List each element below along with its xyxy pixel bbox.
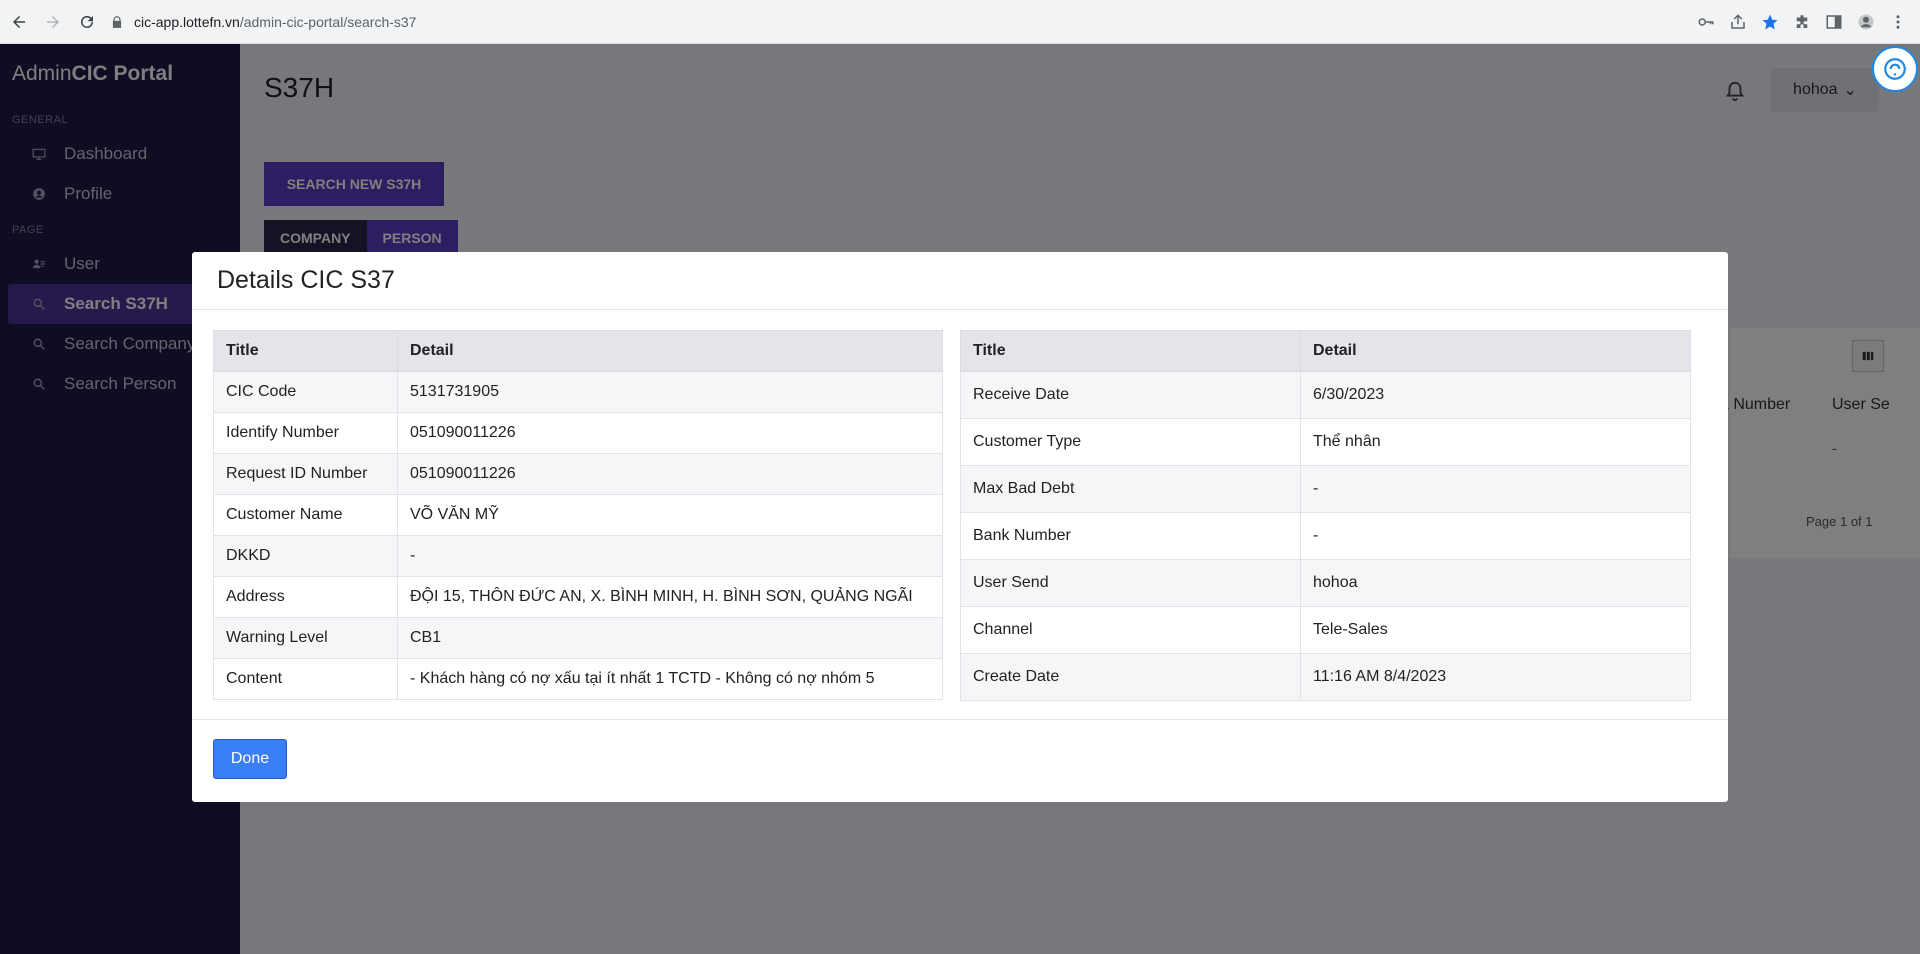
row-detail: 11:16 AM 8/4/2023 (1300, 653, 1691, 701)
table-row: Identify Number 051090011226 (213, 412, 943, 454)
back-icon[interactable] (4, 7, 34, 37)
column-header-title: Title (213, 330, 398, 372)
done-button[interactable]: Done (213, 739, 287, 779)
row-detail: 6/30/2023 (1300, 371, 1691, 419)
table-row: User Send hohoa (960, 559, 1691, 607)
row-detail: 051090011226 (397, 412, 943, 454)
row-detail: hohoa (1300, 559, 1691, 607)
row-title: Content (213, 658, 398, 700)
column-header-title: Title (960, 330, 1301, 372)
chat-widget-icon[interactable] (1872, 46, 1918, 92)
profile-icon[interactable] (1856, 12, 1876, 32)
table-row: Bank Number - (960, 512, 1691, 560)
table-row: Customer Type Thể nhân (960, 418, 1691, 466)
modal-body: Title Detail CIC Code 5131731905 Identify… (192, 310, 1728, 720)
row-detail: - (1300, 512, 1691, 560)
url-domain: cic-app.lottefn.vn (134, 14, 240, 30)
star-icon[interactable] (1760, 12, 1780, 32)
row-detail: ĐỘI 15, THÔN ĐỨC AN, X. BÌNH MINH, H. BÌ… (397, 576, 943, 618)
row-detail: Thể nhân (1300, 418, 1691, 466)
key-icon[interactable] (1696, 12, 1716, 32)
row-title: Max Bad Debt (960, 465, 1301, 513)
modal-footer: Done (192, 720, 1728, 800)
row-title: Create Date (960, 653, 1301, 701)
row-title: Warning Level (213, 617, 398, 659)
table-row: Receive Date 6/30/2023 (960, 371, 1691, 419)
table-header-row: Title Detail (213, 330, 943, 372)
table-row: Create Date 11:16 AM 8/4/2023 (960, 653, 1691, 701)
row-title: User Send (960, 559, 1301, 607)
share-icon[interactable] (1728, 12, 1748, 32)
row-detail: 5131731905 (397, 371, 943, 413)
table-row: Max Bad Debt - (960, 465, 1691, 513)
table-row: Content - Khách hàng có nợ xấu tại ít nhấ… (213, 658, 943, 700)
row-detail: 051090011226 (397, 453, 943, 495)
table-header-row: Title Detail (960, 330, 1691, 372)
table-row: DKKD - (213, 535, 943, 577)
row-title: CIC Code (213, 371, 398, 413)
table-row: Channel Tele-Sales (960, 606, 1691, 654)
browser-toolbar: cic-app.lottefn.vn/admin-cic-portal/sear… (0, 0, 1920, 44)
row-detail: - Khách hàng có nợ xấu tại ít nhất 1 TCT… (397, 658, 943, 700)
url-path: /admin-cic-portal/search-s37 (239, 14, 417, 30)
table-row: Address ĐỘI 15, THÔN ĐỨC AN, X. BÌNH MINH… (213, 576, 943, 618)
forward-icon[interactable] (38, 7, 68, 37)
details-table-left: Title Detail CIC Code 5131731905 Identify… (213, 330, 943, 700)
row-title: DKKD (213, 535, 398, 577)
table-row: Warning Level CB1 (213, 617, 943, 659)
url-text: cic-app.lottefn.vn/admin-cic-portal/sear… (134, 14, 416, 30)
side-panel-icon[interactable] (1824, 12, 1844, 32)
row-title: Identify Number (213, 412, 398, 454)
row-detail: VÕ VĂN MỸ (397, 494, 943, 536)
menu-dots-icon[interactable] (1888, 12, 1908, 32)
row-detail: - (397, 535, 943, 577)
row-detail: CB1 (397, 617, 943, 659)
table-row: Request ID Number 051090011226 (213, 453, 943, 495)
column-header-detail: Detail (1300, 330, 1691, 372)
row-title: Channel (960, 606, 1301, 654)
row-title: Address (213, 576, 398, 618)
table-row: CIC Code 5131731905 (213, 371, 943, 413)
modal-title: Details CIC S37 (192, 252, 1728, 310)
column-header-detail: Detail (397, 330, 943, 372)
row-title: Customer Type (960, 418, 1301, 466)
row-title: Customer Name (213, 494, 398, 536)
reload-icon[interactable] (72, 7, 102, 37)
extensions-icon[interactable] (1792, 12, 1812, 32)
row-title: Bank Number (960, 512, 1301, 560)
row-title: Receive Date (960, 371, 1301, 419)
row-detail: Tele-Sales (1300, 606, 1691, 654)
table-row: Customer Name VÕ VĂN MỸ (213, 494, 943, 536)
details-modal: Details CIC S37 Title Detail CIC Code 513… (192, 252, 1728, 802)
details-table-right: Title Detail Receive Date 6/30/2023 Custo… (960, 330, 1691, 701)
address-bar[interactable]: cic-app.lottefn.vn/admin-cic-portal/sear… (110, 6, 1690, 38)
lock-icon (112, 16, 122, 28)
row-title: Request ID Number (213, 453, 398, 495)
row-detail: - (1300, 465, 1691, 513)
